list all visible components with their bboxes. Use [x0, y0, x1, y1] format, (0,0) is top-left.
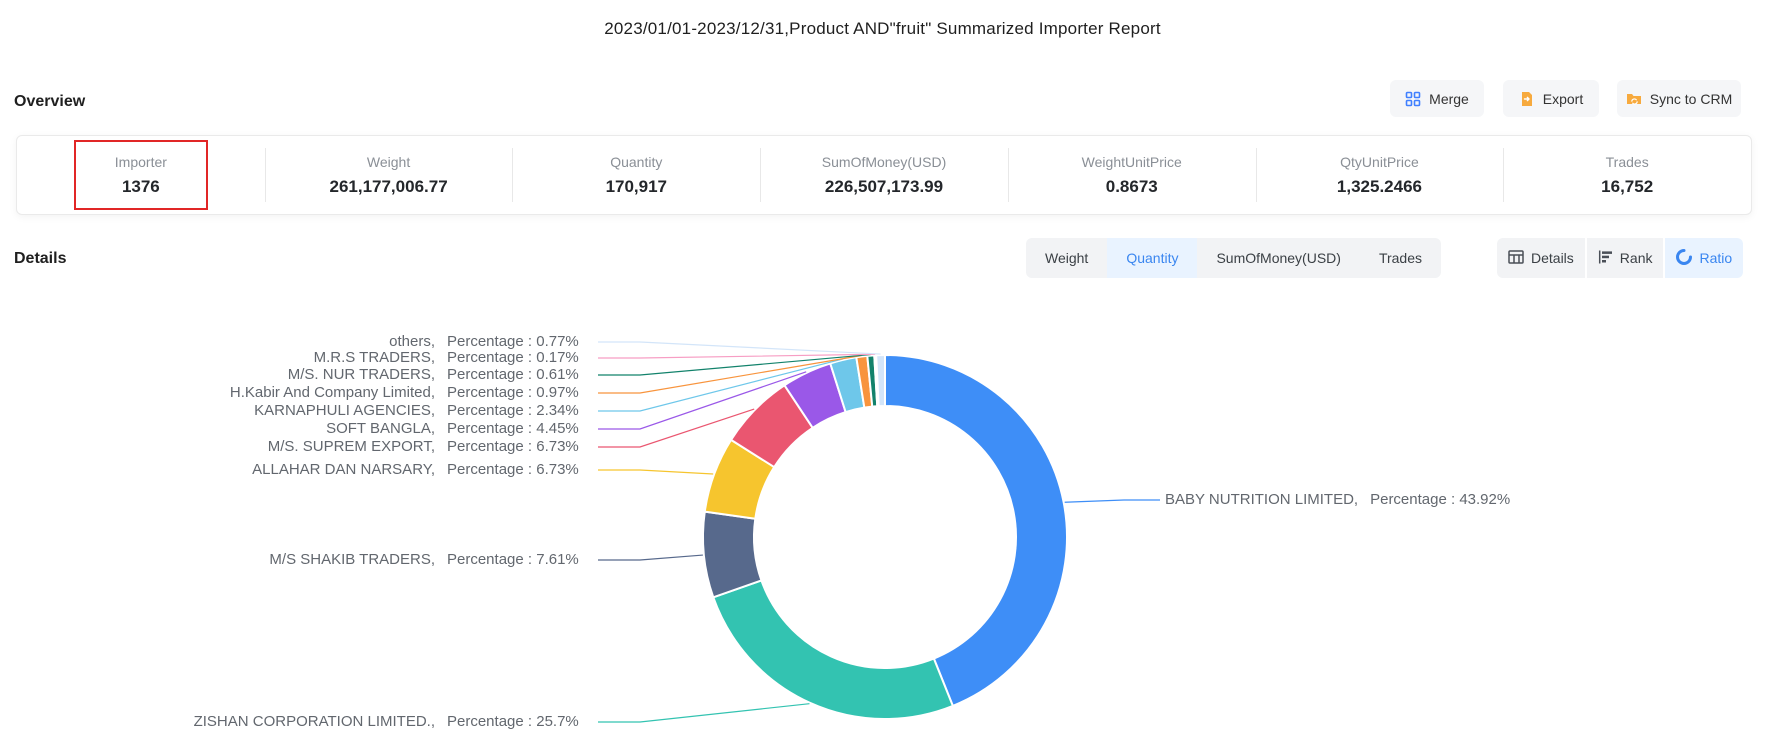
pie-label-line — [598, 470, 713, 474]
pie-label-name: M/S. SUPREM EXPORT, — [268, 437, 435, 457]
pie-label-line — [598, 704, 809, 722]
donut-chart-svg — [0, 0, 1765, 741]
stat-label: Weight — [265, 154, 513, 170]
stat-value: 1376 — [17, 177, 265, 197]
pie-label-percentage: Percentage : 4.45% — [447, 419, 597, 439]
export-button[interactable]: Export — [1503, 80, 1599, 117]
overview-stats-card: Importer1376Weight261,177,006.77Quantity… — [16, 135, 1752, 215]
stat-label: Importer — [17, 154, 265, 170]
tab-label: Ratio — [1699, 250, 1732, 266]
stat-label: WeightUnitPrice — [1008, 154, 1256, 170]
tab-label: Rank — [1620, 250, 1653, 266]
pie-label-name: ZISHAN CORPORATION LIMITED., — [194, 712, 435, 732]
importer-ratio-donut-chart: BABY NUTRITION LIMITED, Percentage : 43.9… — [0, 0, 1765, 741]
table-icon — [1508, 250, 1524, 267]
export-icon — [1519, 91, 1535, 107]
tab-weight[interactable]: Weight — [1026, 238, 1107, 278]
tab-quantity[interactable]: Quantity — [1107, 238, 1197, 278]
pie-label-percentage: Percentage : 2.34% — [447, 401, 597, 421]
stat-value: 1,325.2466 — [1256, 177, 1504, 197]
pie-label: M/S SHAKIB TRADERS, Percentage : 7.61% — [0, 550, 597, 570]
stat-value: 226,507,173.99 — [760, 177, 1008, 197]
stat-label: QtyUnitPrice — [1256, 154, 1504, 170]
tab-sumofmoney-usd-[interactable]: SumOfMoney(USD) — [1197, 238, 1359, 278]
ratio-icon — [1676, 249, 1692, 268]
pie-label: BABY NUTRITION LIMITED, Percentage : 43.9… — [1165, 490, 1510, 510]
stat-quantity: Quantity 170,917 — [512, 150, 760, 201]
pie-label-percentage: Percentage : 25.7% — [447, 712, 597, 732]
page-title: 2023/01/01-2023/12/31,Product AND"fruit"… — [0, 19, 1765, 39]
pie-label-line — [1065, 500, 1160, 502]
stat-label: Quantity — [512, 154, 760, 170]
sync-crm-icon — [1626, 91, 1642, 107]
pie-label-name: M/S SHAKIB TRADERS, — [269, 550, 435, 570]
stat-sumofmoney-usd-: SumOfMoney(USD) 226,507,173.99 — [760, 150, 1008, 201]
pie-segment[interactable] — [703, 512, 761, 598]
tab-label: Details — [1531, 250, 1574, 266]
pie-label-percentage: Percentage : 0.61% — [447, 365, 597, 385]
sync-to-crm-button[interactable]: Sync to CRM — [1617, 80, 1741, 117]
pie-label-percentage: Percentage : 0.97% — [447, 383, 597, 403]
highlight-red-box — [74, 140, 208, 210]
pie-label-name: ALLAHAR DAN NARSARY, — [252, 460, 435, 480]
stat-trades: Trades 16,752 — [1503, 150, 1751, 201]
stat-importer: Importer 1376 — [17, 150, 265, 201]
button-label: Sync to CRM — [1650, 91, 1732, 107]
stat-weight: Weight 261,177,006.77 — [265, 150, 513, 201]
pie-label-percentage: Percentage : 7.61% — [447, 550, 597, 570]
pie-segment[interactable] — [876, 355, 885, 406]
rank-icon — [1598, 250, 1613, 267]
details-heading: Details — [14, 250, 66, 268]
merge-button[interactable]: Merge — [1390, 80, 1484, 117]
pie-segment[interactable] — [713, 580, 953, 719]
stat-label: SumOfMoney(USD) — [760, 154, 1008, 170]
pie-label-name: KARNAPHULI AGENCIES, — [254, 401, 435, 421]
pie-label-name: M.R.S TRADERS, — [314, 348, 435, 368]
pie-label: M/S. SUPREM EXPORT, Percentage : 6.73% — [0, 437, 597, 457]
overview-heading: Overview — [14, 93, 85, 111]
view-tab-group: Details Rank Ratio — [1497, 238, 1743, 278]
pie-label: H.Kabir And Company Limited, Percentage :… — [0, 383, 597, 403]
pie-label: ZISHAN CORPORATION LIMITED., Percentage :… — [0, 712, 597, 732]
metric-tab-group: WeightQuantitySumOfMoney(USD)Trades — [1026, 238, 1441, 278]
pie-label: ALLAHAR DAN NARSARY, Percentage : 6.73% — [0, 460, 597, 480]
stat-value: 261,177,006.77 — [265, 177, 513, 197]
tab-rank[interactable]: Rank — [1587, 238, 1664, 278]
pie-label-name: H.Kabir And Company Limited, — [230, 383, 435, 403]
stat-label: Trades — [1503, 154, 1751, 170]
pie-label: KARNAPHULI AGENCIES, Percentage : 2.34% — [0, 401, 597, 421]
pie-segment[interactable] — [885, 355, 1067, 706]
button-label: Export — [1543, 91, 1583, 107]
stat-weightunitprice: WeightUnitPrice 0.8673 — [1008, 150, 1256, 201]
stat-value: 0.8673 — [1008, 177, 1256, 197]
pie-label: M/S. NUR TRADERS, Percentage : 0.61% — [0, 365, 597, 385]
pie-label-line — [598, 555, 703, 560]
pie-label-name: SOFT BANGLA, — [326, 419, 435, 439]
tab-ratio[interactable]: Ratio — [1665, 238, 1743, 278]
stat-value: 170,917 — [512, 177, 760, 197]
pie-label-name: others, — [389, 332, 435, 352]
pie-label-line — [598, 342, 881, 354]
importer-report-page: 2023/01/01-2023/12/31,Product AND"fruit"… — [0, 0, 1765, 741]
pie-label: others, Percentage : 0.77% — [0, 332, 597, 352]
pie-label-name: M/S. NUR TRADERS, — [288, 365, 435, 385]
pie-label-percentage: Percentage : 0.17% — [447, 348, 597, 368]
pie-label-line — [598, 354, 875, 358]
pie-label-percentage: Percentage : 6.73% — [447, 437, 597, 457]
stat-qtyunitprice: QtyUnitPrice 1,325.2466 — [1256, 150, 1504, 201]
pie-label-percentage: Percentage : 43.92% — [1370, 490, 1510, 510]
tab-details[interactable]: Details — [1497, 238, 1585, 278]
pie-label: M.R.S TRADERS, Percentage : 0.17% — [0, 348, 597, 368]
pie-label: SOFT BANGLA, Percentage : 4.45% — [0, 419, 597, 439]
merge-icon — [1405, 91, 1421, 107]
stat-value: 16,752 — [1503, 177, 1751, 197]
tab-trades[interactable]: Trades — [1360, 238, 1441, 278]
button-label: Merge — [1429, 91, 1469, 107]
pie-label-percentage: Percentage : 0.77% — [447, 332, 597, 352]
pie-label-name: BABY NUTRITION LIMITED, — [1165, 490, 1358, 510]
pie-label-percentage: Percentage : 6.73% — [447, 460, 597, 480]
